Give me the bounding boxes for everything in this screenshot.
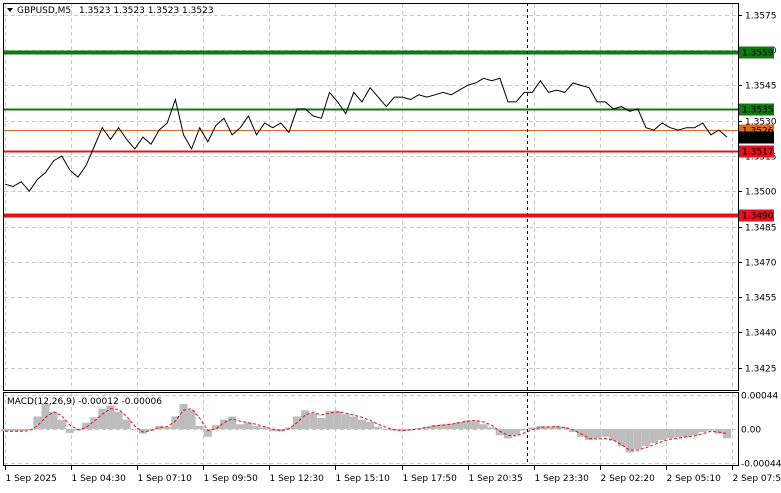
macd-bar [58, 420, 66, 429]
time-tick-label: 2 Sep 02:20 [601, 474, 656, 484]
level-badge-label: 1.3535 [742, 106, 774, 116]
macd-bar [309, 413, 317, 429]
macd-bar [707, 429, 715, 431]
macd-axis[interactable]: 0.00044 0.00 -0.00044 [741, 392, 781, 470]
grid-lines [4, 4, 738, 465]
macd-bar [366, 422, 374, 429]
time-axis[interactable]: 1 Sep 2025 1 Sep 04:30 1 Sep 07:10 1 Sep 09… [6, 466, 781, 484]
price-axis[interactable]: 1.35751.35601.35451.35301.35151.35001.34… [738, 12, 777, 375]
macd-bar [123, 420, 131, 429]
macd-bar [520, 429, 528, 431]
time-tick-label: 2 Sep 05:10 [667, 474, 722, 484]
macd-bar [374, 427, 382, 429]
symbol-label: GBPUSD,M5 [17, 6, 71, 16]
level-badge-label: 1.3559 [742, 49, 774, 59]
price-tick-label: 1.3485 [745, 224, 777, 234]
macd-bar [261, 427, 269, 429]
price-tick-label: 1.3545 [745, 82, 777, 92]
macd-bar [66, 429, 74, 433]
macd-bar [528, 427, 536, 429]
macd-bar [480, 424, 488, 429]
time-tick-label: 1 Sep 20:35 [469, 474, 523, 484]
macd-bar [472, 421, 480, 429]
macd-bar [577, 429, 585, 437]
time-tick-label: 1 Sep 2025 [6, 474, 57, 484]
macd-bar [642, 429, 650, 446]
time-tick-label: 1 Sep 09:50 [204, 474, 259, 484]
macd-bar [50, 412, 58, 429]
macd-bar [382, 429, 390, 430]
macd-bar [488, 427, 496, 429]
macd-bar [171, 417, 179, 430]
price-line [5, 78, 727, 191]
price-tick-label: 1.3470 [745, 259, 777, 269]
macd-bar [252, 426, 260, 429]
macd-bar [179, 404, 187, 429]
macd-bar [593, 429, 601, 438]
time-tick-label: 1 Sep 17:50 [403, 474, 458, 484]
macd-bar [691, 429, 699, 435]
time-tick-label: 1 Sep 12:30 [270, 474, 325, 484]
macd-bar [228, 417, 236, 430]
price-tick-label: 1.3455 [745, 294, 777, 304]
price-tick-label: 1.3425 [745, 365, 777, 375]
price-tick-label: 1.3440 [745, 329, 777, 339]
macd-bar [196, 426, 204, 429]
macd-tick-label: 0.00 [741, 426, 761, 436]
macd-title: MACD(12,26,9) -0.00012 -0.00006 [7, 397, 162, 407]
trading-chart[interactable]: 1.35751.35601.35451.35301.35151.35001.34… [0, 0, 781, 489]
time-tick-label: 2 Sep 07:50 [733, 474, 781, 484]
macd-bar [723, 429, 731, 438]
level-badge-label: 1.3490 [742, 212, 774, 222]
macd-bar [131, 429, 139, 430]
macd-bar [699, 429, 707, 432]
time-tick-label: 1 Sep 23:30 [535, 474, 590, 484]
macd-bar [236, 424, 244, 429]
macd-tick-label: -0.00044 [741, 460, 781, 470]
time-tick-label: 1 Sep 07:10 [138, 474, 193, 484]
macd-bar [512, 429, 520, 435]
macd-bar [634, 429, 642, 449]
ohlc-values: 1.3523 1.3523 1.3523 1.3523 [79, 6, 214, 16]
macd-bar [350, 417, 358, 430]
time-tick-label: 1 Sep 04:30 [72, 474, 127, 484]
macd-bar [601, 429, 609, 437]
macd-bar [301, 410, 309, 429]
level-badge-label: 1.3517 [742, 148, 774, 158]
macd-bar [342, 414, 350, 429]
macd-bar [244, 423, 252, 429]
macd-bar [139, 429, 147, 434]
macd-bar [98, 409, 106, 429]
macd-histogram [1, 404, 731, 453]
macd-bar [496, 429, 504, 435]
price-tick-label: 1.3500 [745, 188, 777, 198]
macd-tick-label: 0.00044 [741, 392, 778, 402]
price-series [5, 78, 727, 191]
price-tick-label: 1.3575 [745, 12, 777, 22]
macd-bar [188, 410, 196, 429]
macd-bar [42, 404, 50, 429]
macd-bar [658, 429, 666, 440]
macd-bar [682, 429, 690, 437]
macd-bar [674, 429, 682, 438]
macd-bar [317, 418, 325, 429]
macd-bar [358, 420, 366, 429]
macd-bar [334, 411, 342, 429]
macd-bar [626, 429, 634, 453]
time-tick-label: 1 Sep 15:10 [336, 474, 391, 484]
dropdown-arrow-icon[interactable] [7, 8, 13, 12]
macd-bar [650, 429, 658, 443]
macd-bar [666, 429, 674, 438]
current-price-label: 1.3523 [742, 134, 774, 144]
macd-bar [115, 412, 123, 429]
chart-canvas[interactable]: 1.35751.35601.35451.35301.35151.35001.34… [0, 0, 781, 489]
